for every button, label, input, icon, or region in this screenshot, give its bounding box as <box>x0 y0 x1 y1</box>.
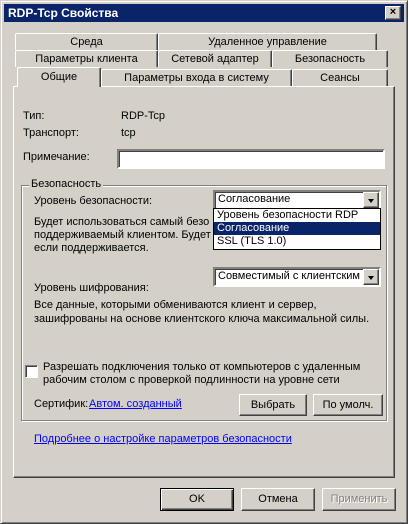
note-label: Примечание: <box>23 151 90 163</box>
tab-label: Общие <box>40 71 78 83</box>
encryption-desc-line: зашифрованы на основе клиентского ключа … <box>34 313 370 325</box>
encryption-level-label: Уровень шифрования: <box>34 282 149 294</box>
type-value: RDP-Tcp <box>121 110 166 122</box>
security-level-desc-line: Будет использоваться самый безо <box>34 216 210 228</box>
tab-label: Сетевой адаптер <box>171 53 259 65</box>
security-help-link[interactable]: Подробнее о настройке параметров безопас… <box>34 433 292 445</box>
note-input[interactable] <box>117 149 385 169</box>
tab-label: Параметры входа в систему <box>124 72 269 84</box>
transport-value: tcp <box>121 127 136 139</box>
certificate-label: Сертифик: <box>34 398 89 410</box>
tab-label: Удаленное управление <box>208 36 327 48</box>
security-level-desc-line: поддерживаемый клиентом. Будет <box>34 229 211 241</box>
nla-checkbox-label[interactable]: рабочим столом с проверкой подлинности н… <box>43 374 340 386</box>
ok-button[interactable]: OK <box>160 488 234 511</box>
title-bar: RDP-Tcp Свойства × <box>4 4 404 22</box>
chevron-down-icon[interactable] <box>363 192 379 208</box>
tab-environment[interactable]: Среда <box>15 33 158 50</box>
security-group-title: Безопасность <box>29 178 104 190</box>
security-level-value: Согласование <box>218 193 291 205</box>
tab-client-settings[interactable]: Параметры клиента <box>15 50 158 67</box>
ok-button-label: OK <box>189 493 205 505</box>
select-certificate-button[interactable]: Выбрать <box>239 394 307 416</box>
tab-general[interactable]: Общие <box>17 67 101 87</box>
tab-label: Среда <box>70 36 103 48</box>
type-label: Тип: <box>23 110 45 122</box>
security-level-combo[interactable]: Согласование <box>213 190 381 210</box>
tab-label: Сеансы <box>320 72 360 84</box>
dropdown-option-rdp[interactable]: Уровень безопасности RDP <box>214 209 380 222</box>
encryption-level-value: Совместимый с клиентским <box>218 270 360 282</box>
close-button[interactable]: × <box>385 6 401 20</box>
tab-logon-settings[interactable]: Параметры входа в систему <box>101 69 292 86</box>
apply-button[interactable]: Применить <box>322 488 396 511</box>
tab-label: Параметры клиента <box>35 53 138 65</box>
close-icon: × <box>389 6 397 18</box>
encryption-desc-line: Все данные, которыми обмениваются клиент… <box>34 299 317 311</box>
default-certificate-button-label: По умолч. <box>322 399 374 411</box>
certificate-link[interactable]: Автом. созданный <box>89 398 182 410</box>
dropdown-option-negotiate[interactable]: Согласование <box>214 222 380 235</box>
tab-security[interactable]: Безопасность <box>272 50 388 67</box>
cancel-button-label: Отмена <box>258 493 298 505</box>
default-certificate-button[interactable]: По умолч. <box>313 394 383 416</box>
security-level-desc-line: если поддерживается. <box>34 242 149 254</box>
window-title: RDP-Tcp Свойства <box>8 6 119 20</box>
select-certificate-button-label: Выбрать <box>250 399 296 411</box>
chevron-down-icon[interactable] <box>363 269 379 285</box>
tab-label: Безопасность <box>294 53 366 65</box>
nla-checkbox-label[interactable]: Разрешать подключения только от компьюте… <box>43 361 360 373</box>
apply-button-label: Применить <box>330 493 388 505</box>
transport-label: Транспорт: <box>23 127 79 139</box>
dropdown-option-ssl[interactable]: SSL (TLS 1.0) <box>214 235 380 248</box>
tab-sessions[interactable]: Сеансы <box>292 69 388 86</box>
nla-checkbox[interactable] <box>25 365 38 378</box>
properties-dialog: RDP-Tcp Свойства × Среда Удаленное управ… <box>0 0 408 524</box>
security-level-dropdown: Уровень безопасности RDP Согласование SS… <box>213 208 381 250</box>
tab-network-adapter[interactable]: Сетевой адаптер <box>158 50 272 67</box>
tab-remote-control[interactable]: Удаленное управление <box>158 33 377 50</box>
cancel-button[interactable]: Отмена <box>241 488 315 511</box>
encryption-level-combo[interactable]: Совместимый с клиентским <box>213 267 381 287</box>
security-level-label: Уровень безопасности: <box>34 195 153 207</box>
